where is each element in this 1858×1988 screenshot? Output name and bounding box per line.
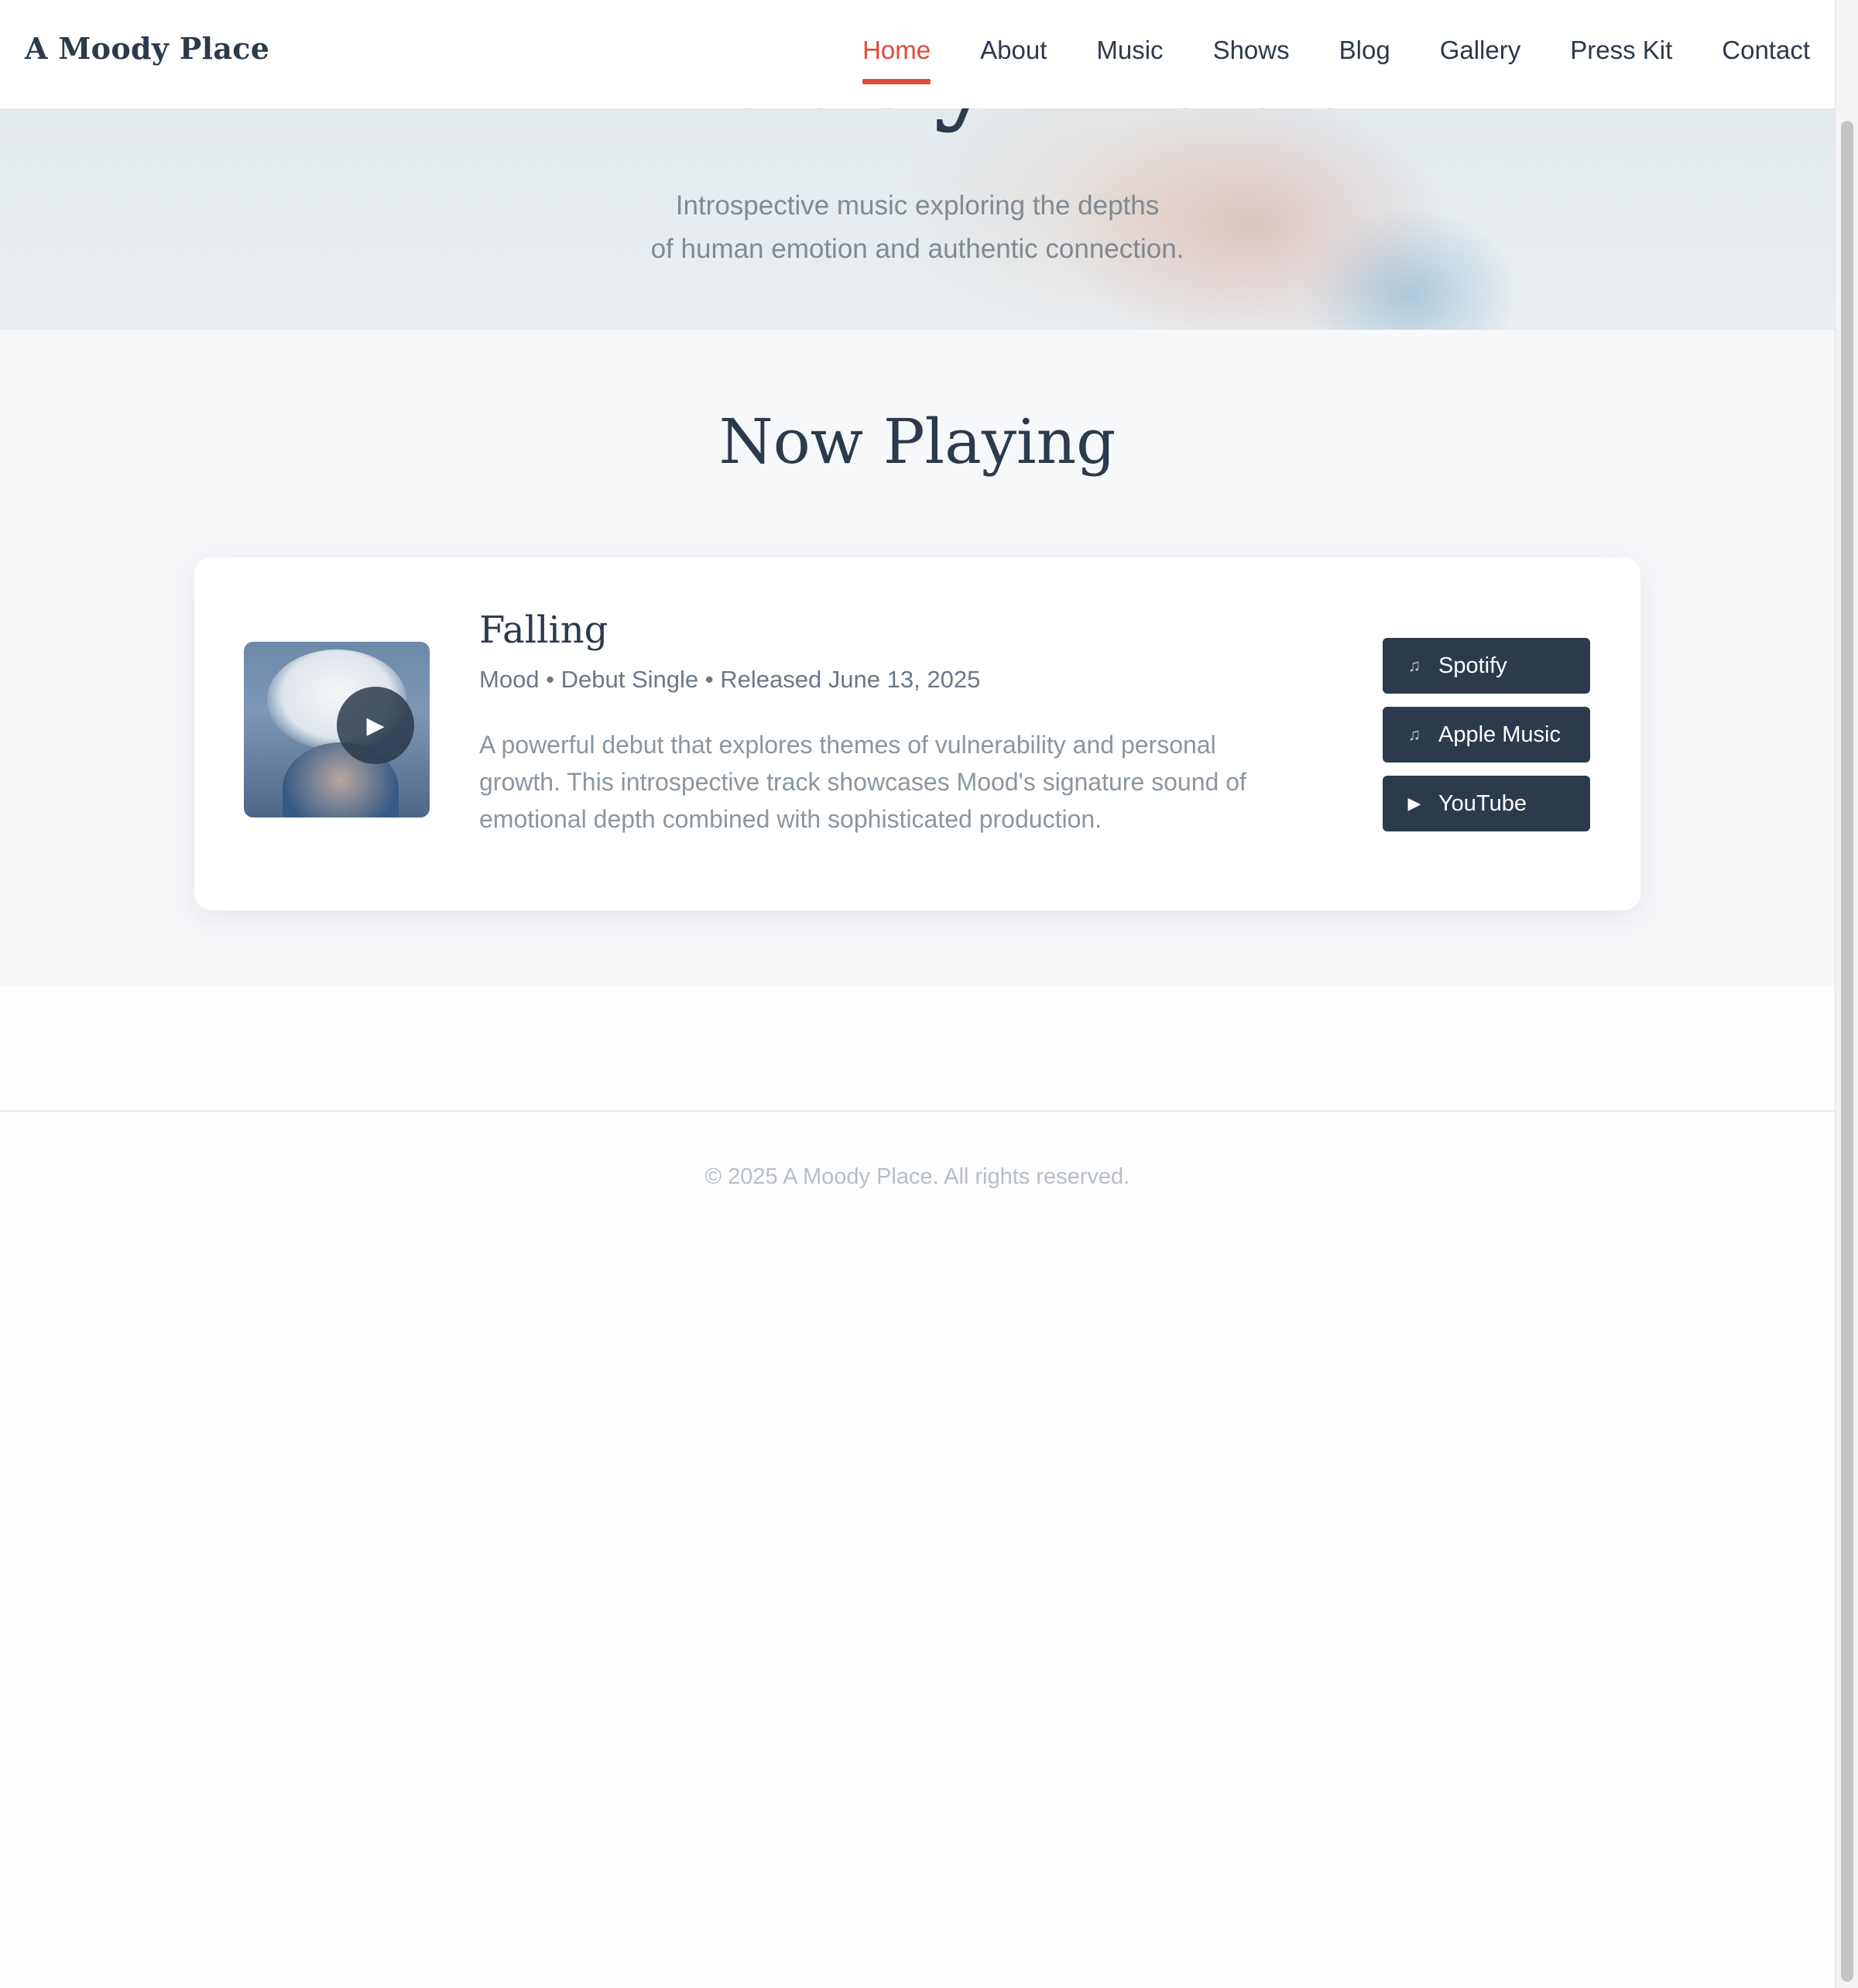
nav-item-shows[interactable]: Shows (1213, 36, 1290, 65)
page-scrollbar[interactable] (1835, 0, 1858, 1988)
nav-item-blog[interactable]: Blog (1339, 36, 1390, 65)
nav-item-home[interactable]: Home (862, 36, 931, 84)
footer-divider (0, 1110, 1835, 1112)
youtube-label: YouTube (1438, 790, 1527, 816)
play-button[interactable]: ▶ (337, 687, 414, 764)
music-note-icon: ♫ (1407, 656, 1421, 675)
track-description: A powerful debut that explores themes of… (479, 731, 1246, 833)
footer-copyright: © 2025 A Moody Place. All rights reserve… (704, 1164, 1130, 1189)
nav-item-music[interactable]: Music (1096, 36, 1163, 65)
track-title: Falling (479, 608, 608, 652)
hero-subtitle-line-1: Introspective music exploring the depths (675, 190, 1160, 221)
main-nav: Home About Music Shows Blog Gallery Pres… (813, 36, 1810, 84)
hero-subtitle: Introspective music exploring the depths… (0, 184, 1835, 271)
track-card: ▶ Falling Mood • Debut Single • Released… (194, 557, 1640, 910)
hero-title: A Moody Place (0, 108, 1835, 135)
nav-item-gallery[interactable]: Gallery (1440, 36, 1521, 65)
youtube-button[interactable]: ▶ YouTube (1383, 776, 1590, 831)
spotify-button[interactable]: ♫ Spotify (1383, 638, 1590, 694)
nav-item-contact[interactable]: Contact (1722, 36, 1810, 65)
section-title: Now Playing (718, 406, 1116, 478)
streaming-links: ♫ Spotify ♫ Apple Music ▶ YouTube (1383, 638, 1590, 845)
site-logo[interactable]: A Moody Place (25, 31, 269, 66)
album-cover: ▶ (244, 642, 430, 817)
apple-music-label: Apple Music (1438, 722, 1561, 747)
now-playing-section: Now Playing ▶ Falling Mood • Debut Singl… (0, 330, 1835, 986)
track-meta: Mood • Debut Single • Released June 13, … (479, 666, 981, 693)
music-note-icon: ♫ (1407, 725, 1421, 744)
play-icon: ▶ (366, 712, 385, 739)
hero-subtitle-line-2: of human emotion and authentic connectio… (650, 234, 1184, 264)
nav-item-about[interactable]: About (980, 36, 1047, 65)
nav-item-press-kit[interactable]: Press Kit (1570, 36, 1672, 65)
apple-music-button[interactable]: ♫ Apple Music (1383, 707, 1590, 763)
play-icon: ▶ (1407, 793, 1421, 813)
site-header: A Moody Place Home About Music Shows Blo… (0, 0, 1835, 108)
spotify-label: Spotify (1438, 653, 1507, 678)
hero-section: A Moody Place Introspective music explor… (0, 108, 1835, 330)
scrollbar-thumb[interactable] (1841, 121, 1853, 1982)
